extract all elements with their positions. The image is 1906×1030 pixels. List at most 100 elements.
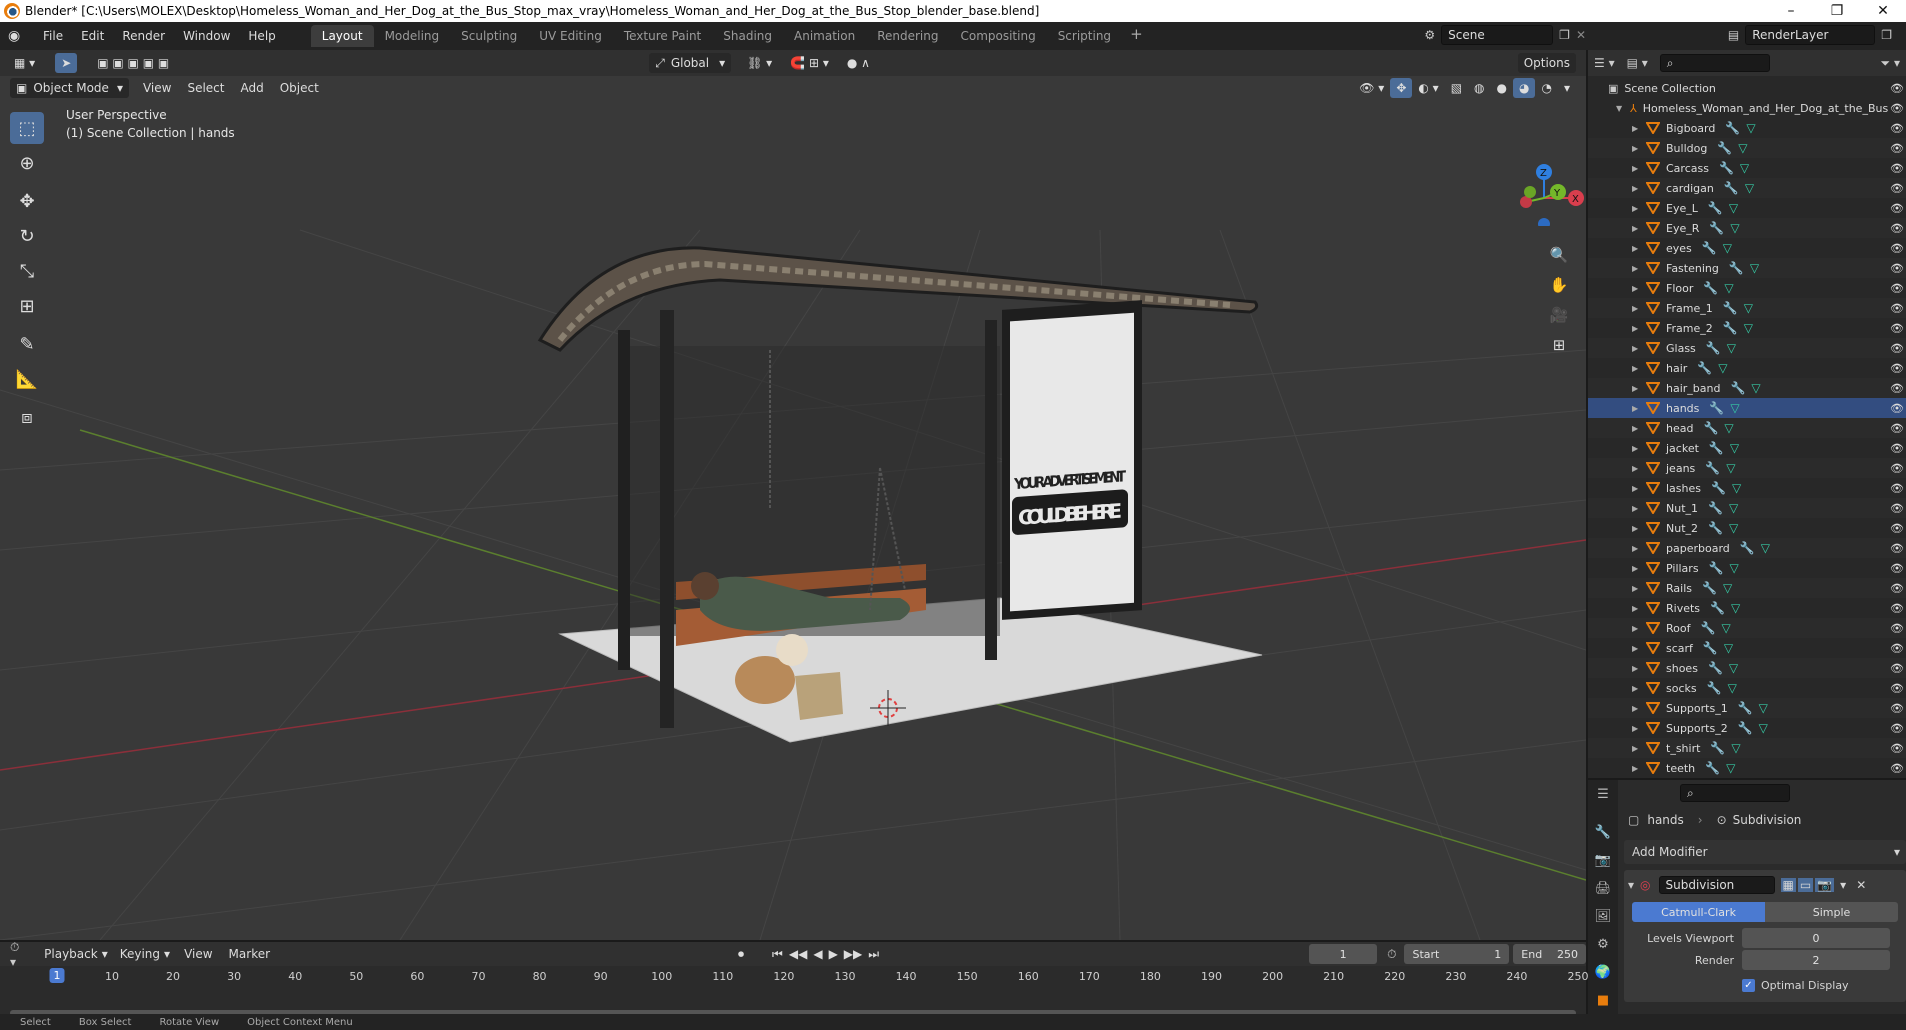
expand-right-icon[interactable]: ▶ (1632, 764, 1642, 773)
navigation-gizmo[interactable]: Z Y X 🔍 ✋ 🎥 ⊞ (1486, 106, 1586, 354)
outliner-item[interactable]: ▶ Frame_2 🔧 ▽ 👁 (1588, 318, 1906, 338)
outliner-item[interactable]: ▶ Nut_2 🔧 ▽ 👁 (1588, 518, 1906, 538)
modifier-wrench-icon[interactable]: 🔧 (1702, 581, 1717, 595)
eye-icon[interactable]: 👁 (1890, 182, 1904, 195)
expand-right-icon[interactable]: ▶ (1632, 224, 1642, 233)
mesh-data-icon[interactable]: ▽ (1745, 181, 1754, 195)
timeline-menu-marker[interactable]: Marker (221, 947, 278, 961)
jump-end-button[interactable]: ⏭ (868, 947, 879, 962)
outliner-item[interactable]: ▶ Eye_L 🔧 ▽ 👁 (1588, 198, 1906, 218)
mesh-data-icon[interactable]: ▽ (1730, 221, 1739, 235)
scene-copy-icon[interactable]: ❐ (1559, 28, 1570, 42)
viewport-menu-add[interactable]: Add (232, 81, 271, 95)
eye-icon[interactable]: 👁 (1890, 122, 1904, 135)
eye-icon[interactable]: 👁 (1890, 562, 1904, 575)
outliner-item[interactable]: ▶ Frame_1 🔧 ▽ 👁 (1588, 298, 1906, 318)
start-frame-input[interactable]: Start 1 (1404, 944, 1510, 964)
modifier-wrench-icon[interactable]: 🔧 (1705, 761, 1720, 775)
render-layer-icon[interactable]: ▤ (1728, 28, 1739, 42)
mesh-data-icon[interactable]: ▽ (1744, 321, 1753, 335)
play-reverse-button[interactable]: ◀ (813, 947, 822, 961)
mesh-data-icon[interactable]: ▽ (1721, 621, 1730, 635)
modifier-wrench-icon[interactable]: 🔧 (1705, 461, 1720, 475)
end-frame-input[interactable]: End 250 (1513, 944, 1586, 964)
outliner-item[interactable]: ▶ eyes 🔧 ▽ 👁 (1588, 238, 1906, 258)
expand-right-icon[interactable]: ▶ (1632, 604, 1642, 613)
shading-solid-icon[interactable]: ● (1491, 78, 1513, 98)
blender-menu-icon[interactable]: ◉ (8, 28, 28, 44)
playhead-frame[interactable]: 1 (49, 968, 65, 983)
render-properties-icon[interactable]: 📷 (1588, 846, 1618, 874)
maximize-button[interactable]: ❐ (1814, 0, 1860, 22)
shading-options-icon[interactable]: ▾ (1558, 78, 1576, 98)
eye-icon[interactable]: 👁 (1890, 522, 1904, 535)
expand-right-icon[interactable]: ▶ (1632, 144, 1642, 153)
modifier-wrench-icon[interactable]: 🔧 (1706, 341, 1721, 355)
current-frame-input[interactable]: 1 (1309, 944, 1378, 964)
expand-right-icon[interactable]: ▶ (1632, 124, 1642, 133)
scene-field[interactable]: Scene (1441, 25, 1554, 45)
tab-modeling[interactable]: Modeling (374, 25, 451, 47)
modifier-wrench-icon[interactable]: 🔧 (1709, 401, 1724, 415)
mesh-data-icon[interactable]: ▽ (1729, 521, 1738, 535)
mesh-data-icon[interactable]: ▽ (1730, 561, 1739, 575)
expand-right-icon[interactable]: ▶ (1632, 324, 1642, 333)
pan-hand-icon[interactable]: ✋ (1546, 272, 1572, 298)
scene-properties-icon[interactable]: ⚙ (1588, 930, 1618, 958)
outliner-item[interactable]: ▶ t_shirt 🔧 ▽ 👁 (1588, 738, 1906, 758)
playback-menu[interactable]: Playback ▾ (38, 944, 114, 964)
transform-orientation-dropdown[interactable]: ⤢ Global ▾ (649, 53, 732, 73)
viewport-menu-select[interactable]: Select (179, 81, 232, 95)
mesh-data-icon[interactable]: ▽ (1750, 261, 1759, 275)
tab-scripting[interactable]: Scripting (1047, 25, 1122, 47)
eye-icon[interactable]: 👁 (1890, 722, 1904, 735)
modifier-wrench-icon[interactable]: 🔧 (1703, 641, 1718, 655)
eye-icon[interactable]: 👁 (1890, 462, 1904, 475)
modifier-wrench-icon[interactable]: 🔧 (1707, 681, 1722, 695)
add-cube-tool-icon[interactable]: ⧈ (10, 401, 44, 433)
eye-icon[interactable]: 👁 (1890, 362, 1904, 375)
record-button[interactable]: ⏺ (738, 947, 744, 962)
expand-right-icon[interactable]: ▶ (1632, 524, 1642, 533)
view-layer-properties-icon[interactable]: 🖼 (1588, 902, 1618, 930)
xray-toggle-icon[interactable]: ▧ (1445, 78, 1468, 98)
mesh-data-icon[interactable]: ▽ (1730, 441, 1739, 455)
ortho-toggle-icon[interactable]: ⊞ (1546, 332, 1572, 358)
outliner-item[interactable]: ▶ Nut_1 🔧 ▽ 👁 (1588, 498, 1906, 518)
outliner-scene-collection[interactable]: ▣ Scene Collection 👁 (1588, 78, 1906, 98)
eye-icon[interactable]: 👁 (1890, 102, 1904, 115)
outliner-root-collection[interactable]: ▼ ⅄ Homeless_Woman_and_Her_Dog_at_the_Bu… (1588, 98, 1906, 118)
eye-icon[interactable]: 👁 (1890, 662, 1904, 675)
expand-right-icon[interactable]: ▶ (1632, 344, 1642, 353)
outliner-item[interactable]: ▶ Roof 🔧 ▽ 👁 (1588, 618, 1906, 638)
expand-right-icon[interactable]: ▶ (1632, 724, 1642, 733)
outliner-item[interactable]: ▶ scarf 🔧 ▽ 👁 (1588, 638, 1906, 658)
options-dropdown[interactable]: Options (1517, 53, 1576, 73)
eye-icon[interactable]: 👁 (1890, 202, 1904, 215)
outliner-item[interactable]: ▶ hair_band 🔧 ▽ 👁 (1588, 378, 1906, 398)
eye-icon[interactable]: 👁 (1890, 382, 1904, 395)
close-button[interactable]: ✕ (1860, 0, 1906, 22)
render-layer-field[interactable]: RenderLayer (1745, 25, 1876, 45)
eye-icon[interactable]: 👁 (1890, 422, 1904, 435)
remove-modifier-icon[interactable]: ✕ (1856, 878, 1866, 892)
eye-icon[interactable]: 👁 (1890, 342, 1904, 355)
rotate-tool-icon[interactable]: ↻ (10, 220, 44, 252)
world-properties-icon[interactable]: 🌍 (1588, 958, 1618, 986)
mesh-data-icon[interactable]: ▽ (1724, 641, 1733, 655)
modifier-wrench-icon[interactable]: 🔧 (1709, 561, 1724, 575)
modifier-wrench-icon[interactable]: 🔧 (1708, 661, 1723, 675)
timeline-menu-view[interactable]: View (176, 947, 220, 961)
eye-icon[interactable]: 👁 (1890, 402, 1904, 415)
modifier-wrench-icon[interactable]: 🔧 (1709, 441, 1724, 455)
outliner-item[interactable]: ▶ Rails 🔧 ▽ 👁 (1588, 578, 1906, 598)
eye-icon[interactable]: 👁 (1890, 542, 1904, 555)
expand-right-icon[interactable]: ▶ (1632, 704, 1642, 713)
select-box-tool-icon[interactable]: ⬚ (10, 112, 44, 144)
select-mode-icons[interactable]: ▣ ▣ ▣ ▣ ▣ (91, 53, 175, 73)
camera-view-icon[interactable]: 🎥 (1546, 302, 1572, 328)
menu-edit[interactable]: Edit (72, 29, 113, 43)
outliner-item[interactable]: ▶ jeans 🔧 ▽ 👁 (1588, 458, 1906, 478)
eye-icon[interactable]: 👁 (1890, 622, 1904, 635)
expand-right-icon[interactable]: ▶ (1632, 424, 1642, 433)
